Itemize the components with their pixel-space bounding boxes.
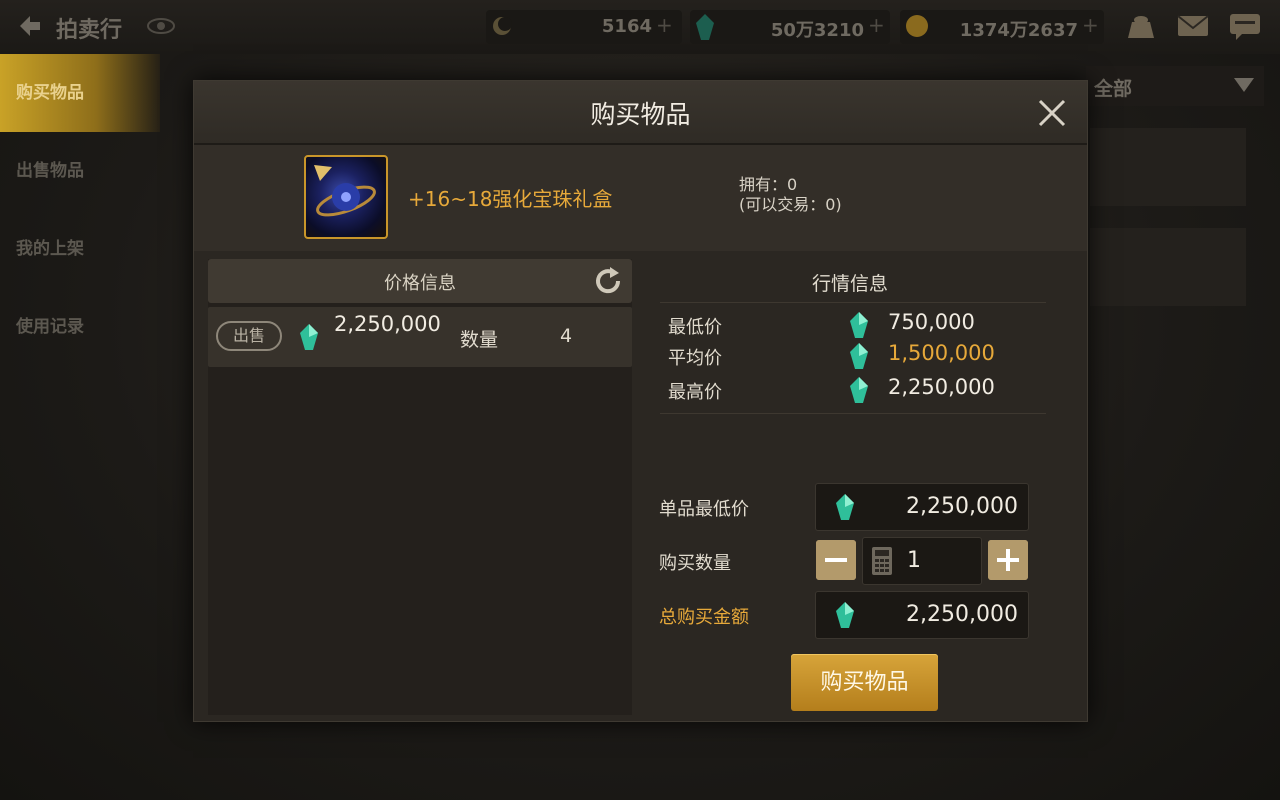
currency-3-add-button[interactable]: +: [1082, 13, 1099, 37]
page-title: 拍卖行: [56, 18, 123, 43]
item-info-row: +16~18强化宝珠礼盒 拥有：0 (可以交易：0): [194, 145, 1087, 251]
avg-price-value: 1,500,000: [888, 341, 995, 365]
bg-listing-card: [1090, 228, 1246, 306]
owned-line: 拥有：0: [739, 175, 798, 194]
refresh-icon[interactable]: [592, 265, 624, 297]
price-info-header: 价格信息: [208, 259, 632, 303]
price-listing-row[interactable]: 出售 2,250,000 数量 4: [208, 307, 632, 367]
gem-icon: [836, 494, 854, 520]
item-name: +16~18强化宝珠礼盒: [408, 187, 613, 211]
calculator-icon[interactable]: [871, 546, 893, 576]
category-filter-dropdown[interactable]: 全部: [1086, 66, 1264, 106]
gem-icon: [696, 14, 714, 40]
tradable-line: (可以交易：0): [739, 195, 842, 214]
qty-input[interactable]: 1: [862, 537, 982, 585]
back-arrow-icon[interactable]: [12, 10, 44, 42]
min-price-label: 最低价: [668, 317, 722, 338]
unit-price-value: 2,250,000: [906, 494, 1018, 519]
category-filter-value: 全部: [1094, 78, 1133, 100]
gem-icon: [850, 312, 868, 338]
bg-listing-card: [1090, 128, 1246, 206]
sell-tag-button[interactable]: 出售: [216, 321, 282, 351]
gem-icon: [836, 602, 854, 628]
close-icon[interactable]: [1036, 97, 1068, 129]
price-info-title: 价格信息: [384, 273, 456, 294]
gold-coin-icon: [906, 15, 928, 37]
min-price-value: 750,000: [888, 310, 975, 334]
buy-qty-label: 购买数量: [659, 553, 731, 574]
decrease-qty-button[interactable]: [816, 540, 856, 580]
moon-coin-icon: [493, 17, 512, 35]
sidebar-item-history[interactable]: 使用记录: [0, 288, 160, 366]
buy-item-dialog: 购买物品 +16~18强化宝珠礼盒 拥有：0 (可以交易：0) 价格信息 出售 …: [193, 80, 1088, 722]
market-info-title: 行情信息: [811, 273, 888, 295]
sidebar-item-sell[interactable]: 出售物品: [0, 132, 160, 210]
currency-2-value: 50万3210: [770, 20, 864, 41]
total-amount-label: 总购买金额: [659, 607, 749, 628]
sidebar-item-my-listings[interactable]: 我的上架: [0, 210, 160, 288]
currency-3-value: 1374万2637: [959, 20, 1078, 41]
buy-item-button[interactable]: 购买物品: [791, 654, 938, 711]
unit-price-label: 单品最低价: [659, 499, 749, 520]
divider: [660, 413, 1046, 414]
listing-qty-label: 数量: [460, 329, 499, 351]
gem-icon: [850, 343, 868, 369]
gem-icon: [300, 324, 318, 350]
max-price-value: 2,250,000: [888, 375, 995, 399]
gem-icon: [850, 377, 868, 403]
bag-icon[interactable]: [1124, 10, 1158, 42]
mail-icon[interactable]: [1176, 10, 1210, 42]
total-amount-field: 2,250,000: [815, 591, 1029, 639]
currency-1-value: 5164: [601, 16, 652, 37]
currency-2-add-button[interactable]: +: [868, 13, 885, 37]
total-amount-value: 2,250,000: [906, 602, 1018, 627]
listing-qty-value: 4: [560, 325, 573, 347]
increase-qty-button[interactable]: [988, 540, 1028, 580]
unit-price-field: 2,250,000: [815, 483, 1029, 531]
sidebar-item-buy[interactable]: 购买物品: [0, 54, 160, 132]
dialog-title: 购买物品: [590, 100, 691, 129]
avg-price-label: 平均价: [668, 348, 722, 369]
chat-icon[interactable]: [1228, 10, 1262, 42]
owned-count: 拥有：0 (可以交易：0): [739, 175, 842, 215]
qty-value: 1: [907, 548, 921, 573]
price-info-panel: 价格信息 出售 2,250,000 数量 4: [208, 259, 632, 715]
eye-icon[interactable]: [146, 14, 176, 38]
chevron-down-icon: [1234, 78, 1254, 92]
listing-price: 2,250,000: [334, 312, 441, 336]
orb-gift-box-icon: [304, 155, 388, 239]
max-price-label: 最高价: [668, 382, 722, 403]
currency-1-add-button[interactable]: +: [656, 13, 673, 37]
divider: [660, 302, 1046, 303]
